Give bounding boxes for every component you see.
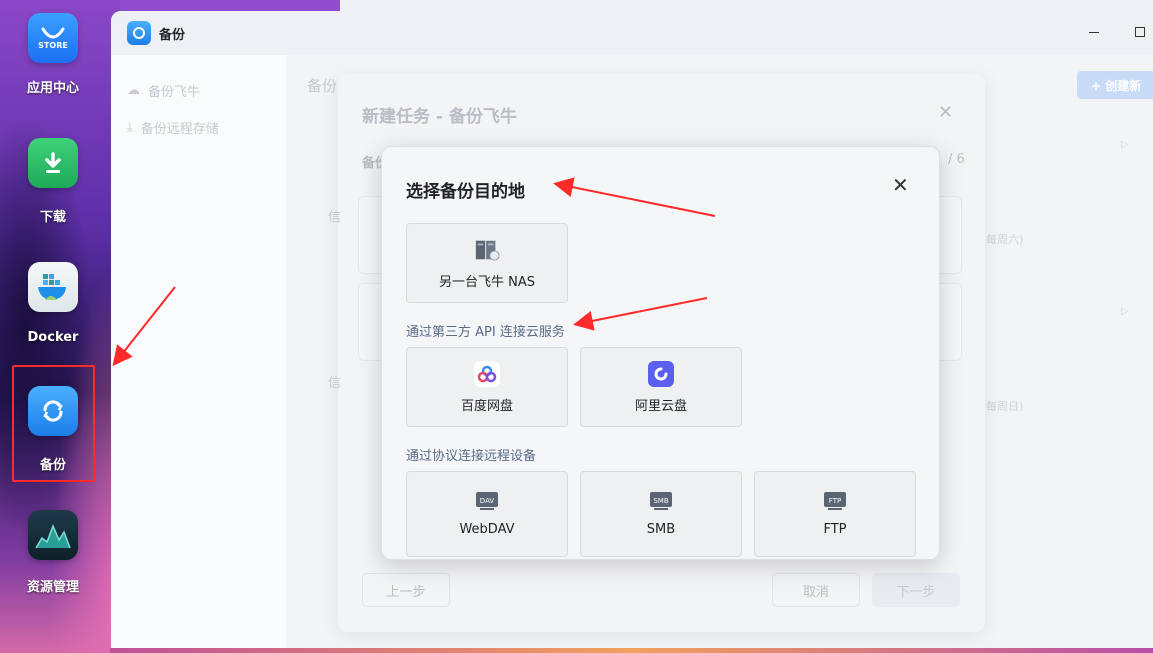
nas-server-icon (474, 237, 500, 263)
schedule-text: 每周六) (986, 233, 1024, 246)
close-icon[interactable]: ✕ (892, 175, 909, 195)
desktop-item-app-center[interactable]: STORE 应用中心 (12, 13, 94, 96)
window-titlebar: 备份 (111, 11, 1153, 55)
window-title: 备份 (159, 28, 186, 43)
sidebar-item-backup-remote[interactable]: ⤓ 备份远程存储 (127, 118, 219, 137)
sidebar-item-backup-fnos[interactable]: ☁ 备份飞牛 (127, 81, 200, 100)
sidebar: ☁ 备份飞牛 ⤓ 备份远程存储 (111, 55, 286, 651)
dialog-title: 选择备份目的地 (406, 182, 525, 202)
ftp-badge: FTP (829, 497, 841, 505)
tile-label: 百度网盘 (460, 398, 513, 414)
smb-icon: SMB (648, 488, 674, 514)
tile-label: SMB (646, 522, 676, 537)
minimize-button[interactable] (1089, 32, 1099, 33)
smb-badge: SMB (653, 497, 668, 505)
step-indicator: / 6 (948, 152, 965, 167)
annotation-highlight-box (12, 365, 95, 482)
resource-monitor-icon (28, 510, 78, 560)
docker-icon (28, 262, 78, 312)
destination-tile-smb[interactable]: SMB SMB (580, 471, 742, 557)
destination-tile-aliyun[interactable]: 阿里云盘 (580, 347, 742, 427)
store-icon: STORE (28, 13, 78, 63)
webdav-icon: DAV (474, 488, 500, 514)
tile-label: 阿里云盘 (634, 398, 687, 414)
desktop-item-label: 资源管理 (26, 580, 79, 595)
next-step-button[interactable]: 下一步 (872, 573, 960, 607)
play-icon[interactable]: ▷ (1121, 306, 1129, 317)
backup-destination-dialog: 选择备份目的地 ✕ 另一台飞牛 NAS 通过第三方 API 连接云服务 百度网盘… (381, 146, 940, 560)
section-label-protocol: 通过协议连接远程设备 (406, 449, 537, 464)
close-icon[interactable]: ✕ (938, 102, 953, 123)
tile-label: 另一台飞牛 NAS (438, 274, 535, 290)
destination-tile-nas[interactable]: 另一台飞牛 NAS (406, 223, 568, 303)
play-icon[interactable]: ▷ (1121, 139, 1129, 150)
desktop-item-label: 下载 (39, 210, 66, 225)
destination-tile-ftp[interactable]: FTP FTP (754, 471, 916, 557)
destination-tile-webdav[interactable]: DAV WebDAV (406, 471, 568, 557)
baidu-netdisk-icon (474, 360, 500, 387)
desktop-item-docker[interactable]: Docker (12, 262, 94, 345)
desktop-wallpaper-bottom (110, 648, 1153, 653)
desktop-item-label: Docker (27, 330, 79, 345)
desktop-item-label: 应用中心 (26, 81, 79, 96)
aliyun-drive-icon (648, 360, 674, 387)
dialog-title: 新建任务 - 备份飞牛 (362, 107, 517, 127)
cloud-upload-icon: ☁ (127, 83, 140, 98)
download-icon (28, 138, 78, 188)
tile-label: WebDAV (459, 522, 515, 537)
schedule-text: 每周日) (986, 400, 1024, 413)
sidebar-item-label: 备份飞牛 (148, 85, 201, 100)
store-icon-text: STORE (38, 40, 68, 50)
create-task-button[interactable]: + 创建新 (1077, 71, 1153, 99)
desktop-item-resource-monitor[interactable]: 资源管理 (12, 510, 94, 595)
card-mark: 信 (328, 376, 342, 391)
card-mark: 信 (328, 210, 342, 225)
tile-label: FTP (823, 522, 847, 537)
prev-step-button[interactable]: 上一步 (362, 573, 450, 607)
backup-app-icon (127, 21, 151, 45)
webdav-badge: DAV (480, 497, 495, 505)
download-icon: ⤓ (127, 120, 133, 135)
section-label-cloud-api: 通过第三方 API 连接云服务 (406, 325, 565, 340)
cancel-button[interactable]: 取消 (772, 573, 860, 607)
maximize-button[interactable] (1135, 27, 1145, 37)
sidebar-item-label: 备份远程存储 (140, 122, 219, 137)
page-title: 备份 (307, 77, 338, 95)
ftp-icon: FTP (822, 488, 848, 514)
destination-tile-baidu[interactable]: 百度网盘 (406, 347, 568, 427)
desktop-item-download[interactable]: 下载 (12, 138, 94, 225)
